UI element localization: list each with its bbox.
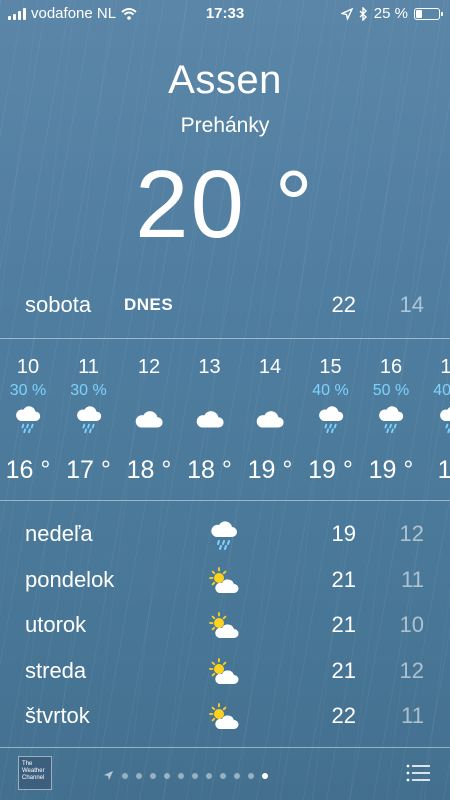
weather-condition: Prehánky	[180, 114, 270, 137]
page-dot[interactable]	[136, 772, 142, 779]
precipitation-chance: 30 %	[9, 382, 47, 399]
rain-cloud-icon	[206, 519, 242, 553]
page-dot[interactable]	[164, 772, 170, 779]
hourly-item: 11 30 % 17 °	[59, 340, 119, 485]
list-icon[interactable]	[406, 764, 430, 782]
page-dot[interactable]	[234, 772, 240, 779]
partly-sunny-icon	[206, 565, 242, 599]
day-name: nedeľa	[25, 521, 93, 546]
page-dot[interactable]	[192, 772, 198, 779]
divider	[0, 338, 450, 339]
day-low: 11	[401, 703, 424, 728]
hourly-item: 16 50 % 19 °	[361, 340, 421, 485]
partly-sunny-icon	[206, 610, 242, 644]
hour-temperature: 18 °	[187, 456, 232, 484]
daily-row: streda 21 12	[0, 652, 450, 698]
hour-temperature: 18	[437, 456, 450, 484]
hourly-item: 12 18 °	[119, 340, 179, 485]
hour-label: 13	[198, 356, 221, 378]
page-dot[interactable]	[150, 772, 156, 779]
today-high: 22	[331, 292, 356, 317]
cloud-icon	[240, 402, 300, 438]
battery-icon	[414, 7, 443, 20]
hour-temperature: 17 °	[66, 456, 111, 484]
page-dot[interactable]	[206, 772, 212, 779]
page-dot[interactable]	[262, 772, 268, 779]
city-name: Assen	[168, 58, 282, 102]
hour-label: 11	[78, 356, 99, 378]
day-low: 12	[399, 657, 424, 683]
bottom-bar: The Weather Channel	[0, 748, 450, 800]
page-dot[interactable]	[122, 772, 128, 779]
day-name: streda	[25, 657, 87, 683]
cloud-icon	[119, 402, 179, 438]
page-dot[interactable]	[178, 772, 184, 779]
hour-temperature: 16 °	[5, 456, 51, 484]
status-bar: vodafone NL 17:33 25 %	[0, 0, 450, 26]
day-low: 11	[401, 566, 424, 592]
rain-cloud-icon	[59, 402, 119, 438]
page-indicator[interactable]	[103, 770, 268, 781]
day-low: 10	[399, 612, 424, 637]
current-temperature: 20 °	[135, 151, 315, 258]
location-arrow-icon	[340, 7, 353, 20]
hour-label: 17	[440, 356, 450, 378]
daily-row: pondelok 21 11	[0, 561, 450, 607]
rain-cloud-icon	[422, 402, 450, 438]
day-low: 12	[399, 521, 424, 546]
precipitation-chance: 40 %	[433, 382, 450, 399]
precipitation-chance	[240, 380, 300, 402]
hourly-item: 10 30 % 16 °	[0, 340, 58, 485]
page-dot[interactable]	[248, 772, 254, 779]
bluetooth-icon	[359, 6, 367, 21]
precipitation-chance: 50 %	[372, 382, 410, 399]
rain-cloud-icon	[301, 402, 361, 438]
precipitation-chance	[119, 380, 179, 402]
hour-temperature: 18 °	[126, 456, 172, 484]
hour-label: 12	[137, 356, 161, 378]
day-name: štvrtok	[25, 703, 90, 728]
precipitation-chance: 30 %	[70, 382, 107, 399]
rain-cloud-icon	[0, 402, 58, 438]
hourly-item: 17 40 % 18	[422, 340, 450, 485]
day-name: pondelok	[25, 566, 115, 592]
day-high: 22	[331, 703, 356, 728]
day-high: 19	[331, 521, 356, 546]
today-summary: sobota DNES 22 14	[0, 292, 450, 322]
day-name: utorok	[25, 612, 87, 637]
divider	[0, 500, 450, 501]
rain-cloud-icon	[361, 402, 421, 438]
cloud-icon	[180, 402, 240, 438]
hour-label: 16	[379, 356, 403, 378]
hourly-item: 15 40 % 19 °	[301, 340, 361, 485]
precipitation-chance: 40 %	[312, 382, 349, 399]
day-high: 21	[331, 566, 356, 592]
location-arrow-icon	[103, 770, 114, 781]
hourly-item: 13 18 °	[180, 340, 240, 485]
hourly-item: 14 19 °	[240, 340, 300, 485]
page-dot[interactable]	[220, 772, 226, 779]
today-day: sobota	[25, 292, 92, 317]
hour-label: 10	[16, 356, 40, 378]
daily-row: štvrtok 22 11	[0, 697, 450, 743]
precipitation-chance	[180, 380, 240, 402]
hour-label: 14	[258, 356, 282, 378]
day-high: 21	[331, 612, 356, 637]
hourly-forecast[interactable]: 10 30 % 16 ° 11 30 % 17 ° 12 18 ° 13 18 ° 14 19 ° 15…	[0, 340, 450, 495]
today-label: DNES	[124, 295, 174, 314]
today-low: 14	[399, 292, 424, 317]
hour-temperature: 19 °	[308, 456, 353, 484]
battery-percent: 25 %	[373, 5, 408, 22]
weather-channel-logo[interactable]: The Weather Channel	[18, 756, 52, 790]
partly-sunny-icon	[206, 656, 242, 690]
partly-sunny-icon	[206, 701, 242, 735]
hour-temperature: 19 °	[368, 456, 414, 484]
hour-temperature: 19 °	[247, 456, 293, 484]
hour-label: 15	[319, 356, 342, 378]
daily-row: nedeľa 19 12	[0, 515, 450, 561]
daily-row: utorok 21 10	[0, 606, 450, 652]
day-high: 21	[331, 657, 356, 683]
